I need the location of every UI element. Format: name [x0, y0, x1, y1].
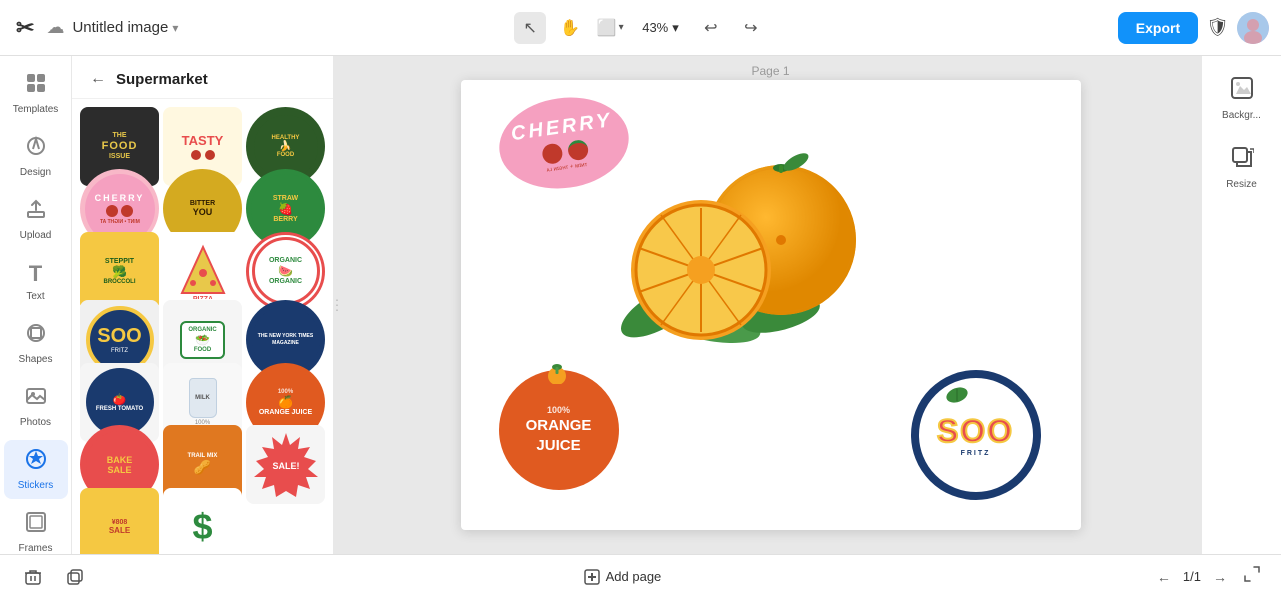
select-tool-button[interactable]: ↖ [514, 12, 546, 44]
redo-button[interactable]: ↪ [735, 12, 767, 44]
topbar-center: ↖ ✋ ⬜ ▾ 43% ▾ ↩ ↪ [514, 12, 767, 44]
background-panel-button[interactable]: Backgr... [1207, 68, 1277, 129]
upload-icon [25, 198, 47, 226]
stickers-icon [25, 448, 47, 476]
oj-mid-text: ORANGE [526, 416, 592, 436]
doc-title-text: Untitled image [72, 19, 168, 36]
design-icon [25, 135, 47, 163]
doc-title-button[interactable]: Untitled image ▾ [72, 19, 178, 36]
sticker-grid: THE FOOD ISSUE TASTY HEALTHY 🍌 [72, 99, 333, 554]
templates-label: Templates [13, 104, 59, 115]
canvas-area: Page 1 CHERRY ᴛɴɪᴍ + ᴛʜɢɪɴ ʟᴀ [340, 56, 1201, 554]
page-counter-text: 1/1 [1183, 569, 1201, 584]
svg-text:SALE!: SALE! [272, 461, 299, 471]
sticker-price-tag[interactable]: ¥808 SALE [80, 488, 159, 554]
sidebar-item-frames[interactable]: Frames [4, 503, 68, 554]
zoom-button[interactable]: 43% ▾ [634, 16, 687, 40]
add-page-button[interactable]: Add page [576, 565, 670, 589]
sticker-pizza[interactable]: PIZZA [163, 232, 242, 311]
right-panel: Backgr... Resize [1201, 56, 1281, 554]
add-page-icon [584, 569, 600, 585]
trash-button[interactable] [16, 564, 50, 590]
app-logo: ✂ [12, 15, 38, 41]
canvas-page[interactable]: CHERRY ᴛɴɪᴍ + ᴛʜɢɪɴ ʟᴀ [461, 80, 1081, 530]
avatar [1237, 12, 1269, 44]
soo-main-text: SOO [937, 413, 1014, 450]
title-chevron-icon: ▾ [172, 21, 178, 35]
orange-juice-badge[interactable]: 100% ORANGE JUICE [499, 370, 619, 490]
duplicate-icon [66, 568, 84, 586]
svg-text:PIZZA: PIZZA [192, 296, 212, 299]
bottom-right: ← 1/1 → [1153, 561, 1265, 592]
text-icon: T [29, 261, 42, 287]
cloud-icon: ☁ [46, 17, 64, 38]
export-button[interactable]: Export [1118, 12, 1198, 44]
sidebar-item-photos[interactable]: Photos [4, 377, 68, 436]
sidebar-item-templates[interactable]: Templates [4, 64, 68, 123]
frames-label: Frames [19, 543, 53, 554]
upload-label: Upload [20, 230, 52, 241]
cherry-dot-1 [541, 142, 564, 165]
sidebar-item-stickers[interactable]: Stickers [4, 440, 68, 499]
sticker-steppit-broccoli[interactable]: STEPPIT 🥦 BROCCOLI [80, 232, 159, 311]
zoom-chevron-icon: ▾ [672, 20, 679, 36]
resize-panel-button[interactable]: Resize [1207, 137, 1277, 198]
icon-nav: Templates Design Upload T Text Shapes [0, 56, 72, 554]
panel-back-button[interactable]: ← [88, 68, 108, 90]
undo-button[interactable]: ↩ [695, 12, 727, 44]
background-label: Backgr... [1222, 110, 1261, 121]
sticker-panel: ← Supermarket THE FOOD ISSUE TASTY [72, 56, 334, 554]
shield-icon: 🛡 [1206, 17, 1229, 38]
photos-icon [25, 385, 47, 413]
shapes-icon [25, 322, 47, 350]
hand-tool-button[interactable]: ✋ [554, 12, 586, 44]
bottom-bar: Add page ← 1/1 → [0, 554, 1281, 598]
canvas-content[interactable]: CHERRY ᴛɴɪᴍ + ᴛʜɢɪɴ ʟᴀ [340, 56, 1201, 554]
sidebar-item-design[interactable]: Design [4, 127, 68, 186]
expand-icon [1243, 565, 1261, 583]
trash-icon [24, 568, 42, 586]
prev-page-button[interactable]: ← [1153, 565, 1175, 589]
frames-icon [25, 511, 47, 539]
bottom-left [16, 564, 92, 590]
add-page-label: Add page [606, 569, 662, 584]
shapes-label: Shapes [19, 354, 53, 365]
topbar-right: Export 🛡 [775, 12, 1269, 44]
soo-sub-text: FRITZ [961, 450, 991, 457]
sticker-dollar[interactable]: $ [163, 488, 242, 554]
photos-label: Photos [20, 417, 51, 428]
soo-badge-element[interactable]: SOO FRITZ [911, 370, 1041, 500]
next-page-button[interactable]: → [1209, 565, 1231, 589]
design-label: Design [20, 167, 51, 178]
sidebar-item-upload[interactable]: Upload [4, 190, 68, 249]
sidebar-item-text[interactable]: T Text [4, 253, 68, 310]
topbar: ✂ ☁ Untitled image ▾ ↖ ✋ ⬜ ▾ 43% ▾ ↩ ↪ E… [0, 0, 1281, 56]
main-layout: Templates Design Upload T Text Shapes [0, 56, 1281, 554]
oranges-image [581, 140, 881, 370]
background-icon [1230, 76, 1254, 106]
templates-icon [25, 72, 47, 100]
topbar-left: ✂ ☁ Untitled image ▾ [12, 15, 506, 41]
page-label: Page 1 [751, 64, 789, 78]
text-label: Text [26, 291, 44, 302]
frame-chevron-icon: ▾ [619, 22, 624, 33]
oj-bot-text: JUICE [536, 436, 580, 456]
zoom-level-text: 43% [642, 20, 668, 35]
oj-top-text: 100% [547, 405, 570, 417]
resize-icon [1230, 145, 1254, 175]
panel-title: Supermarket [116, 71, 208, 88]
sticker-organic[interactable]: ORGANIC 🍉 ORGANIC [246, 232, 325, 311]
bottom-center: Add page [576, 565, 670, 589]
expand-button[interactable] [1239, 561, 1265, 592]
frame-icon: ⬜ [597, 18, 617, 38]
duplicate-button[interactable] [58, 564, 92, 590]
sidebar-item-shapes[interactable]: Shapes [4, 314, 68, 373]
stickers-label: Stickers [18, 480, 54, 491]
resize-label: Resize [1226, 179, 1257, 190]
frame-tool-button[interactable]: ⬜ ▾ [594, 12, 626, 44]
panel-header: ← Supermarket [72, 56, 333, 99]
sticker-sale-burst[interactable]: SALE! [246, 425, 325, 504]
